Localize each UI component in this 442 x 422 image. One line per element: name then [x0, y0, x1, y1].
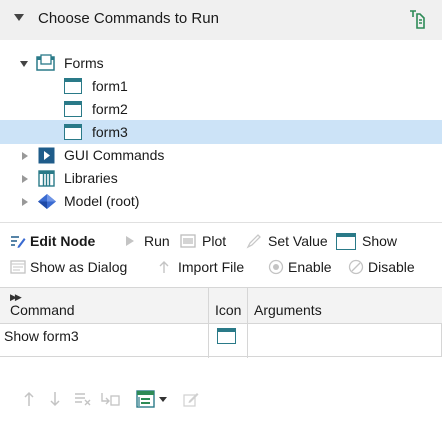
tree-item-libraries[interactable]: Libraries	[0, 167, 442, 190]
column-header-icon[interactable]: Icon	[209, 288, 247, 324]
commands-table: ▶▶ Command Icon Arguments Show form3	[0, 287, 442, 358]
divider	[0, 222, 442, 223]
show-button[interactable]: Show	[336, 229, 406, 253]
tree-item-label: Model (root)	[64, 193, 140, 209]
form-icon	[64, 101, 82, 117]
add-command-icon[interactable]	[136, 390, 156, 408]
show-label: Show	[362, 233, 398, 249]
table-header: ▶▶ Command Icon Arguments	[0, 288, 442, 324]
expand-right-icon[interactable]	[22, 175, 28, 183]
edit-node-button[interactable]: Edit Node	[10, 229, 110, 253]
tree-item-label: form1	[92, 78, 128, 94]
show-as-dialog-label: Show as Dialog	[30, 259, 128, 275]
import-file-icon	[159, 261, 169, 273]
edit-node-label: Edit Node	[30, 233, 96, 249]
disable-icon	[348, 259, 364, 275]
column-divider	[208, 288, 209, 358]
expand-right-icon[interactable]	[22, 152, 28, 160]
enable-label: Enable	[288, 259, 332, 275]
enable-icon	[268, 259, 284, 275]
dialog-icon	[10, 260, 26, 274]
gui-commands-icon	[38, 147, 55, 164]
edit-node-icon	[11, 236, 26, 248]
column-divider	[247, 288, 248, 358]
disable-label: Disable	[368, 259, 415, 275]
enable-button[interactable]: Enable	[268, 255, 342, 279]
column-header-arguments[interactable]: Arguments	[248, 288, 440, 324]
dropdown-icon[interactable]	[159, 397, 167, 402]
panel-header[interactable]: Choose Commands to Run	[0, 0, 442, 40]
set-value-button[interactable]: Set Value	[246, 229, 332, 253]
edit-icon[interactable]	[182, 390, 200, 408]
run-icon	[126, 236, 134, 246]
plot-label: Plot	[202, 233, 227, 249]
tree-item-label: GUI Commands	[64, 147, 165, 163]
column-header-command[interactable]: ▶▶ Command	[0, 288, 208, 324]
tree-item-form2[interactable]: form2	[0, 98, 442, 121]
show-as-dialog-button[interactable]: Show as Dialog	[10, 255, 150, 279]
pin-icon[interactable]	[406, 8, 426, 30]
tree-item-label: form2	[92, 101, 128, 117]
set-value-label: Set Value	[268, 233, 328, 249]
disable-button[interactable]: Disable	[348, 255, 432, 279]
tree-item-label: Forms	[64, 55, 104, 71]
plot-button[interactable]: Plot	[180, 229, 236, 253]
tree-item-gui-commands[interactable]: GUI Commands	[0, 144, 442, 167]
import-file-label: Import File	[178, 259, 245, 275]
import-file-button[interactable]: Import File	[156, 255, 262, 279]
expand-down-icon[interactable]	[20, 61, 28, 67]
table-row[interactable]: Show form3	[0, 325, 442, 347]
column-label: Arguments	[254, 302, 322, 318]
bottom-toolbar	[0, 384, 442, 414]
column-label: Command	[10, 302, 75, 318]
form-icon	[64, 78, 82, 94]
command-toolbar-row-2: Show as Dialog Import File Enable Disabl…	[0, 255, 442, 279]
form-icon	[64, 124, 82, 140]
tree-item-label: Libraries	[64, 170, 118, 186]
form-icon	[336, 233, 356, 250]
insert-icon[interactable]	[100, 391, 120, 407]
command-toolbar-row-1: Edit Node Run Plot Set Value Show	[0, 229, 442, 253]
delete-icon[interactable]	[74, 391, 92, 407]
model-icon	[38, 194, 56, 209]
run-button[interactable]: Run	[122, 229, 174, 253]
command-cell: Show form3	[4, 328, 79, 344]
tree-item-form1[interactable]: form1	[0, 75, 442, 98]
forms-folder-icon	[36, 54, 55, 71]
move-down-icon[interactable]	[48, 390, 62, 408]
tree-item-label: form3	[92, 124, 128, 140]
tree-item-forms[interactable]: Forms	[0, 52, 442, 75]
form-icon	[217, 328, 236, 344]
set-value-icon	[246, 234, 261, 249]
move-up-icon[interactable]	[22, 390, 36, 408]
tree-item-model-root[interactable]: Model (root)	[0, 190, 442, 213]
column-label: Icon	[215, 302, 242, 318]
panel-title: Choose Commands to Run	[38, 10, 219, 27]
collapse-icon[interactable]	[14, 14, 24, 21]
plot-icon	[180, 234, 196, 248]
run-label: Run	[144, 233, 170, 249]
tree-item-form3[interactable]: form3	[0, 121, 442, 144]
expand-right-icon[interactable]	[22, 198, 28, 206]
libraries-icon	[38, 170, 55, 187]
